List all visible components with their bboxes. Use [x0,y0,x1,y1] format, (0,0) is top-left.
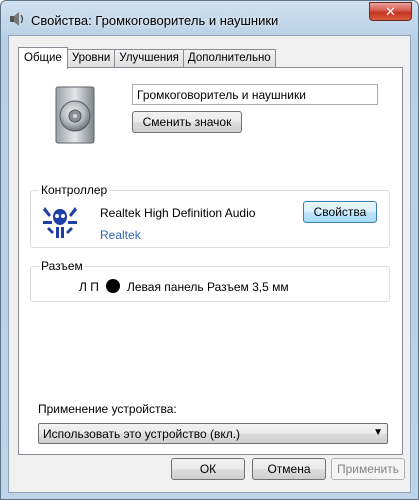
ok-button[interactable]: ОК [171,458,245,480]
cancel-button[interactable]: Отмена [252,458,326,480]
controller-vendor-link[interactable]: Realtek [100,228,141,242]
tab-general[interactable]: Общие [18,47,68,69]
device-name-input[interactable] [132,84,378,105]
properties-window: Свойства: Громкоговоритель и наушники ✕ … [0,0,419,500]
controller-properties-button[interactable]: Свойства [303,201,377,223]
tab-advanced[interactable]: Дополнительно [182,49,276,68]
speaker-title-icon [10,12,24,26]
close-button[interactable]: ✕ [369,2,412,21]
jack-description: Левая панель Разъем 3,5 мм [127,280,289,294]
dropdown-arrow-icon: ▼ [373,427,383,438]
tab-levels[interactable]: Уровни [66,49,116,68]
change-icon-button[interactable]: Сменить значок [132,111,242,133]
tab-strip: Общие Уровни Улучшения Дополнительно [18,46,276,69]
device-usage-selected-value: Использовать это устройство (вкл.) [43,427,241,441]
jack-black-icon [106,279,120,293]
tab-enhancements[interactable]: Улучшения [114,49,184,68]
dialog-client-area: Общие Уровни Улучшения Дополнительно Гро… [8,35,411,493]
window-title: Свойства: Громкоговоритель и наушники [31,13,279,28]
controller-group-label: Контроллер [39,183,110,197]
jack-group-label: Разъем [39,259,85,273]
speaker-icon [55,86,95,144]
title-bar[interactable]: Свойства: Громкоговоритель и наушники ✕ [1,1,418,35]
apply-button[interactable]: Применить [331,458,405,480]
device-usage-select[interactable]: Использовать это устройство (вкл.) ▼ [38,423,388,444]
controller-name: Realtek High Definition Audio [100,206,256,220]
jack-channels: Л П [79,280,99,294]
general-tab-panel: Сменить значок Контроллер [18,67,403,455]
realtek-logo-icon [43,207,77,238]
device-usage-label: Применение устройства: [38,402,177,416]
